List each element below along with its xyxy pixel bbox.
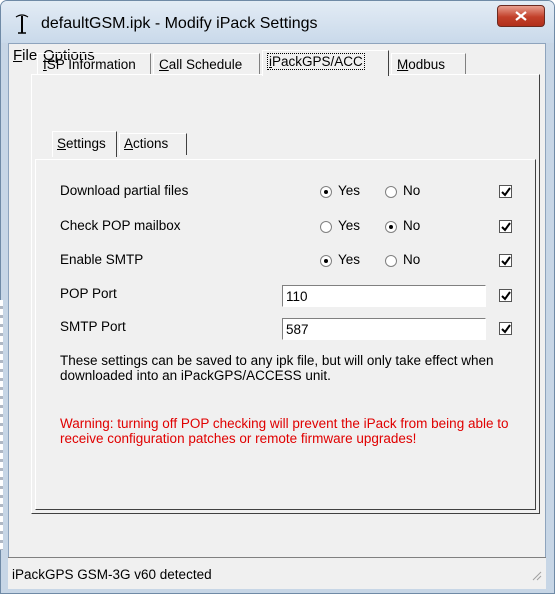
pop-port-field[interactable] — [282, 285, 486, 307]
smtp-port-label: SMTP Port — [60, 319, 126, 334]
window-title: defaultGSM.ipk - Modify iPack Settings — [41, 15, 318, 32]
close-icon — [515, 11, 527, 21]
check-pop-yes-radio[interactable] — [320, 221, 332, 233]
enable-smtp-label: Enable SMTP — [60, 252, 144, 267]
enable-smtp-no-radio[interactable] — [385, 255, 397, 267]
enable-smtp-no-label: No — [403, 252, 421, 267]
info-text: These settings can be saved to any ipk f… — [60, 353, 494, 383]
check-pop-yes-label: Yes — [338, 218, 361, 233]
title-bar[interactable]: defaultGSM.ipk - Modify iPack Settings — [1, 1, 554, 43]
check-pop-no-radio[interactable] — [385, 221, 397, 233]
close-button[interactable] — [497, 5, 545, 27]
pop-port-label: POP Port — [60, 286, 117, 301]
status-bar: iPackGPS GSM-3G v60 detected — [8, 557, 546, 589]
check-pop-checkbox[interactable] — [499, 220, 512, 233]
check-pop-label: Check POP mailbox — [60, 218, 181, 233]
status-text: iPackGPS GSM-3G v60 detected — [12, 567, 212, 582]
tab-actions[interactable]: Actions — [119, 133, 187, 155]
tab-settings[interactable]: Settings — [52, 131, 117, 157]
tab-isp-information[interactable]: ISP Information — [37, 53, 151, 75]
enable-smtp-yes-label: Yes — [338, 252, 361, 267]
tab-ipackgps-acc[interactable]: iPackGPS/ACC — [262, 50, 389, 76]
tab-modbus[interactable]: Modbus — [391, 53, 466, 75]
download-partial-label: Download partial files — [60, 183, 189, 198]
smtp-port-checkbox[interactable] — [499, 322, 512, 335]
antenna-icon — [13, 13, 31, 35]
check-pop-no-label: No — [403, 218, 421, 233]
main-tabs: ISP Information Call Schedule iPackGPS/A… — [1, 50, 555, 76]
enable-smtp-yes-radio[interactable] — [320, 255, 332, 267]
download-partial-yes-radio[interactable] — [320, 186, 332, 198]
pop-port-checkbox[interactable] — [499, 289, 512, 302]
warning-text: Warning: turning off POP checking will p… — [60, 416, 509, 446]
enable-smtp-checkbox[interactable] — [499, 254, 512, 267]
app-window: defaultGSM.ipk - Modify iPack Settings F… — [0, 0, 555, 594]
background-edge — [0, 300, 3, 550]
download-partial-yes-label: Yes — [338, 183, 361, 198]
smtp-port-field[interactable] — [282, 318, 486, 340]
download-partial-no-label: No — [403, 183, 421, 198]
tab-call-schedule[interactable]: Call Schedule — [153, 53, 260, 75]
download-partial-no-radio[interactable] — [385, 186, 397, 198]
resize-grip-icon[interactable] — [530, 568, 542, 586]
download-partial-checkbox[interactable] — [499, 185, 512, 198]
